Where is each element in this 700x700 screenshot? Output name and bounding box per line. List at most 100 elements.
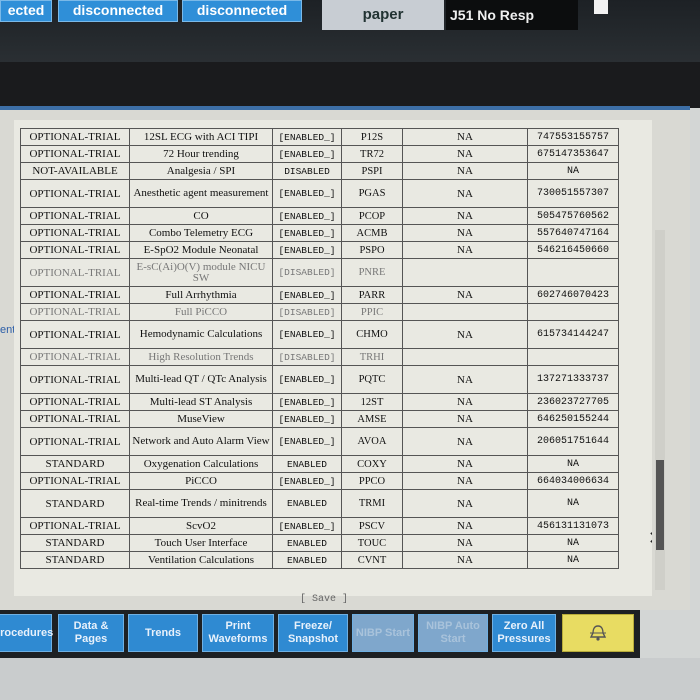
license-cell: OPTIONAL-TRIAL <box>20 145 130 163</box>
table-row[interactable]: OPTIONAL-TRIAL High Resolution Trends [DIS… <box>20 348 619 366</box>
code-cell: AVOA <box>341 427 403 456</box>
na-cell: NA <box>402 455 528 473</box>
na-cell <box>402 348 528 366</box>
code-cell: PPIC <box>341 303 403 321</box>
na-cell: NA <box>402 393 528 411</box>
state-cell: [ENABLED_] <box>272 517 342 535</box>
license-table: OPTIONAL-TRIAL 12SL ECG with ACI TIPI [ENA… <box>20 128 619 569</box>
state-cell: [ENABLED_] <box>272 472 342 490</box>
table-row[interactable]: STANDARD Touch User Interface ENABLED TOUC N… <box>20 534 619 552</box>
network-status-button-3[interactable]: disconnected <box>182 0 302 22</box>
key-cell: NA <box>527 551 619 569</box>
software-options-dialog: ent OPTIONAL-TRIAL 12SL ECG with ACI TIPI… <box>0 106 690 610</box>
nibp-auto-start-button[interactable]: NIBP Auto Start <box>418 614 488 652</box>
table-row[interactable]: OPTIONAL-TRIAL ScvO2 [ENABLED_] PSCV NA 45613… <box>20 517 619 535</box>
table-row[interactable]: OPTIONAL-TRIAL Multi-lead QT / QTc Analys… <box>20 365 619 394</box>
save-button[interactable]: [ Save ] <box>300 594 348 605</box>
key-cell: 747553155757 <box>527 128 619 146</box>
code-cell: TRHI <box>341 348 403 366</box>
state-cell: [ENABLED_] <box>272 224 342 242</box>
license-cell: OPTIONAL-TRIAL <box>20 286 130 304</box>
description-cell: E-SpO2 Module Neonatal <box>129 241 273 259</box>
state-cell: [ENABLED_] <box>272 241 342 259</box>
state-cell: [ENABLED_] <box>272 320 342 349</box>
description-cell: Multi-lead ST Analysis <box>129 393 273 411</box>
table-row[interactable]: OPTIONAL-TRIAL Anesthetic agent measureme… <box>20 179 619 208</box>
table-row[interactable]: STANDARD Real-time Trends / minitrends ENA… <box>20 489 619 518</box>
code-cell: PARR <box>341 286 403 304</box>
table-row[interactable]: OPTIONAL-TRIAL Network and Auto Alarm Vie… <box>20 427 619 456</box>
table-row[interactable]: OPTIONAL-TRIAL PiCCO [ENABLED_] PPCO NA 66403… <box>20 472 619 490</box>
na-cell: NA <box>402 427 528 456</box>
indicator-square-icon <box>594 0 608 14</box>
code-cell: PQTC <box>341 365 403 394</box>
state-cell: [DISABLED] <box>272 303 342 321</box>
table-row[interactable]: OPTIONAL-TRIAL Combo Telemetry ECG [ENABLE… <box>20 224 619 242</box>
table-row[interactable]: OPTIONAL-TRIAL Full PiCCO [DISABLED] PPIC <box>20 303 619 321</box>
table-row[interactable]: OPTIONAL-TRIAL E-sC(Ai)O(V) module NICU S… <box>20 258 619 287</box>
description-cell: Network and Auto Alarm View <box>129 427 273 456</box>
na-cell: NA <box>402 207 528 225</box>
na-cell <box>402 258 528 287</box>
state-cell: [ENABLED_] <box>272 128 342 146</box>
network-status-button-1[interactable]: ected <box>0 0 52 22</box>
nibp-start-button[interactable]: NIBP Start <box>352 614 414 652</box>
key-cell: NA <box>527 162 619 180</box>
key-cell: NA <box>527 489 619 518</box>
table-row[interactable]: OPTIONAL-TRIAL MuseView [ENABLED_] AMSE NA 64… <box>20 410 619 428</box>
description-cell: Touch User Interface <box>129 534 273 552</box>
trends-button[interactable]: Trends <box>128 614 198 652</box>
close-icon[interactable]: ✕ <box>648 528 652 549</box>
table-row[interactable]: NOT-AVAILABLE Analgesia / SPI DISABLED PSPI… <box>20 162 619 180</box>
state-cell: ENABLED <box>272 455 342 473</box>
state-cell: [DISABLED] <box>272 258 342 287</box>
na-cell: NA <box>402 534 528 552</box>
data-pages-button[interactable]: Data & Pages <box>58 614 124 652</box>
key-cell: 137271333737 <box>527 365 619 394</box>
state-cell: [DISABLED] <box>272 348 342 366</box>
license-cell: OPTIONAL-TRIAL <box>20 348 130 366</box>
network-status-button-2[interactable]: disconnected <box>58 0 178 22</box>
key-cell: 557640747164 <box>527 224 619 242</box>
procedures-button[interactable]: Procedures <box>0 614 53 652</box>
description-cell: MuseView <box>129 410 273 428</box>
key-cell: 546216450660 <box>527 241 619 259</box>
na-cell: NA <box>402 145 528 163</box>
key-cell: 456131131073 <box>527 517 619 535</box>
na-cell: NA <box>402 162 528 180</box>
table-row[interactable]: OPTIONAL-TRIAL Hemodynamic Calculations [E… <box>20 320 619 349</box>
scroll-thumb[interactable] <box>656 460 664 550</box>
na-cell: NA <box>402 472 528 490</box>
code-cell: PPCO <box>341 472 403 490</box>
description-cell: Ventilation Calculations <box>129 551 273 569</box>
paper-button[interactable]: paper <box>322 0 444 30</box>
table-row[interactable]: OPTIONAL-TRIAL 72 Hour trending [ENABLED_]… <box>20 145 619 163</box>
table-row[interactable]: OPTIONAL-TRIAL E-SpO2 Module Neonatal [ENA… <box>20 241 619 259</box>
key-cell: 730051557307 <box>527 179 619 208</box>
table-row[interactable]: OPTIONAL-TRIAL Full Arrhythmia [ENABLED_] P… <box>20 286 619 304</box>
table-row[interactable]: OPTIONAL-TRIAL Multi-lead ST Analysis [ENA… <box>20 393 619 411</box>
key-cell: 675147353647 <box>527 145 619 163</box>
key-cell <box>527 258 619 287</box>
table-row[interactable]: STANDARD Ventilation Calculations ENABLED C… <box>20 551 619 569</box>
code-cell: PSPI <box>341 162 403 180</box>
key-cell <box>527 303 619 321</box>
scrollbar[interactable] <box>655 230 665 590</box>
description-cell: Full PiCCO <box>129 303 273 321</box>
print-waveforms-button[interactable]: Print Waveforms <box>202 614 274 652</box>
description-cell: Analgesia / SPI <box>129 162 273 180</box>
table-row[interactable]: OPTIONAL-TRIAL 12SL ECG with ACI TIPI [ENA… <box>20 128 619 146</box>
license-cell: OPTIONAL-TRIAL <box>20 427 130 456</box>
zero-all-pressures-button[interactable]: Zero All Pressures <box>492 614 556 652</box>
license-cell: STANDARD <box>20 534 130 552</box>
monitor-bezel-bottom <box>0 658 700 700</box>
table-row[interactable]: OPTIONAL-TRIAL CO [ENABLED_] PCOP NA 50547576… <box>20 207 619 225</box>
table-row[interactable]: STANDARD Oxygenation Calculations ENABLED C… <box>20 455 619 473</box>
code-cell: CVNT <box>341 551 403 569</box>
key-cell: 646250155244 <box>527 410 619 428</box>
freeze-snapshot-button[interactable]: Freeze/ Snapshot <box>278 614 348 652</box>
code-cell: PGAS <box>341 179 403 208</box>
state-cell: [ENABLED_] <box>272 207 342 225</box>
alarm-silence-button[interactable] <box>562 614 634 652</box>
state-cell: [ENABLED_] <box>272 393 342 411</box>
